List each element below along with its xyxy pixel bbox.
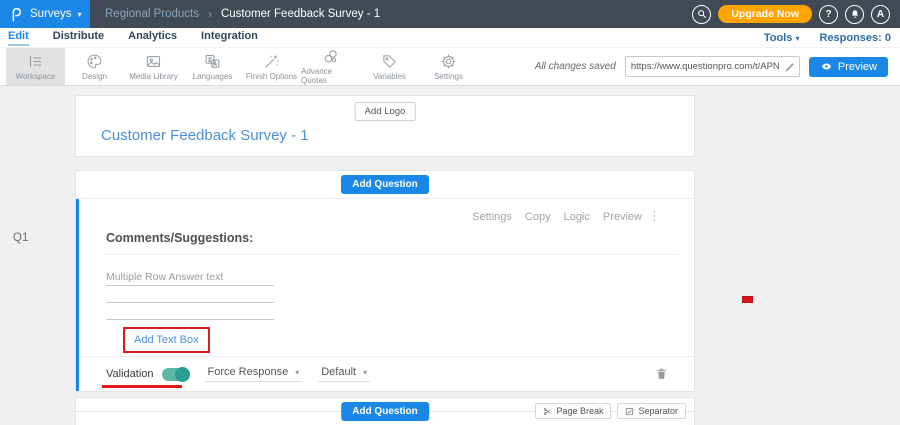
help-button[interactable]: ? [819, 5, 838, 24]
multirow-answer-area[interactable]: Multiple Row Answer text [106, 269, 274, 320]
answer-line[interactable] [106, 303, 274, 320]
gear-icon [440, 53, 457, 70]
toolbar-items: Workspace Design Media Library Languages… [0, 48, 478, 85]
toolbar-item-design[interactable]: Design [65, 48, 124, 85]
question-preview-link[interactable]: Preview [603, 211, 642, 223]
question-logic-link[interactable]: Logic [564, 211, 590, 223]
nav-right: Tools ▾ Responses: 0 [764, 32, 900, 44]
delete-question-button[interactable] [655, 367, 668, 381]
question-number: Q1 [13, 232, 28, 244]
separator-button[interactable]: Separator [617, 403, 686, 419]
validation-label: Validation [106, 368, 154, 380]
question-divider [104, 254, 679, 255]
add-question-button-top[interactable]: Add Question [341, 175, 429, 194]
question-block: Settings Copy Logic Preview ⋮ Comments/S… [76, 199, 694, 391]
search-icon [697, 9, 707, 19]
tools-menu[interactable]: Tools ▾ [764, 32, 800, 44]
tag-icon [381, 53, 398, 70]
search-button[interactable] [692, 5, 711, 24]
links-icon [322, 48, 339, 65]
translate-icon [204, 53, 221, 70]
tab-edit[interactable]: Edit [8, 30, 29, 46]
surveys-menu-label: Surveys [30, 8, 72, 20]
chevron-down-icon: ▾ [295, 368, 299, 377]
notifications-button[interactable] [845, 5, 864, 24]
breadcrumb-folder[interactable]: Regional Products [105, 8, 199, 20]
bell-icon [850, 9, 860, 19]
add-question-button-bottom[interactable]: Add Question [341, 402, 429, 421]
tab-integration[interactable]: Integration [201, 30, 258, 46]
validation-toggle[interactable] [162, 368, 189, 381]
validation-control: Validation [106, 368, 189, 381]
breadcrumb-current-survey: Customer Feedback Survey - 1 [221, 8, 380, 20]
section-options: Page Break Separator [535, 403, 686, 419]
wand-icon [263, 53, 280, 70]
toolbar-right: All changes saved Preview [535, 48, 900, 85]
questionpro-logo-icon [9, 6, 24, 23]
add-question-strip: Add Question [76, 171, 694, 199]
answer-line-placeholder[interactable]: Multiple Row Answer text [106, 269, 274, 286]
toolbar-item-media-library[interactable]: Media Library [124, 48, 183, 85]
toolbar-item-settings[interactable]: Settings [419, 48, 478, 85]
breadcrumb: Regional Products › Customer Feedback Su… [105, 7, 380, 21]
upgrade-now-button[interactable]: Upgrade Now [718, 5, 812, 23]
top-bar: Surveys ▾ Regional Products › Customer F… [0, 0, 900, 28]
question-section-card: Add Question Settings Copy Logic Preview… [75, 170, 695, 392]
eye-icon [820, 61, 833, 72]
answer-line[interactable] [106, 286, 274, 303]
page-break-button[interactable]: Page Break [535, 403, 611, 419]
toolbar-item-languages[interactable]: Languages [183, 48, 242, 85]
checkbox-icon [625, 407, 634, 416]
surveys-menu[interactable]: Surveys ▾ [0, 0, 90, 28]
question-action-menu: Settings Copy Logic Preview [472, 211, 642, 223]
autosave-status: All changes saved [535, 61, 616, 72]
preview-button[interactable]: Preview [809, 57, 888, 77]
toggle-knob-icon [175, 367, 190, 382]
survey-url-input[interactable] [626, 61, 784, 72]
toolbar-item-workspace[interactable]: Workspace [6, 48, 65, 85]
responses-count[interactable]: Responses: 0 [819, 32, 891, 44]
breadcrumb-separator: › [208, 7, 212, 21]
editor-toolbar: Workspace Design Media Library Languages… [0, 48, 900, 86]
chevron-down-icon: ▾ [795, 34, 799, 43]
edit-pencil-icon[interactable] [784, 61, 796, 73]
question-copy-link[interactable]: Copy [525, 211, 551, 223]
survey-title[interactable]: Customer Feedback Survey - 1 [101, 127, 309, 144]
tab-distribute[interactable]: Distribute [53, 30, 104, 46]
add-logo-button[interactable]: Add Logo [355, 102, 416, 121]
trash-icon [655, 367, 668, 381]
default-validation-dropdown[interactable]: Default ▾ [318, 366, 370, 382]
survey-nav: Edit Distribute Analytics Integration To… [0, 28, 900, 48]
question-prompt[interactable]: Comments/Suggestions: [106, 231, 253, 245]
topbar-actions: Upgrade Now ? A [692, 5, 900, 24]
chevron-down-icon: ▾ [78, 10, 82, 19]
question-footer: Validation Force Response ▾ Default ▾ [79, 356, 694, 391]
nav-tabs: Edit Distribute Analytics Integration [0, 30, 258, 46]
workspace-icon [27, 53, 44, 70]
avatar[interactable]: A [871, 5, 890, 24]
survey-header-card: Add Logo Customer Feedback Survey - 1 [75, 95, 695, 157]
validation-annotation-underline [102, 385, 182, 388]
toolbar-item-finish-options[interactable]: Finish Options [242, 48, 301, 85]
add-text-box-annotation-box: Add Text Box [123, 327, 210, 353]
force-response-dropdown[interactable]: Force Response ▾ [205, 366, 303, 382]
survey-url-field [625, 56, 800, 77]
chevron-down-icon: ▾ [363, 368, 367, 377]
image-icon [145, 53, 162, 70]
next-section-strip: Add Question Page Break Separator [75, 397, 695, 425]
question-settings-link[interactable]: Settings [472, 211, 512, 223]
more-options-icon[interactable]: ⋮ [648, 208, 661, 224]
red-annotation-marker [742, 296, 753, 303]
add-text-box-link[interactable]: Add Text Box [125, 329, 208, 351]
toolbar-item-advance-quotas[interactable]: Advance Quotas [301, 48, 360, 85]
toolbar-item-variables[interactable]: Variables [360, 48, 419, 85]
tab-analytics[interactable]: Analytics [128, 30, 177, 46]
palette-icon [86, 53, 103, 70]
scissors-icon [543, 407, 552, 416]
